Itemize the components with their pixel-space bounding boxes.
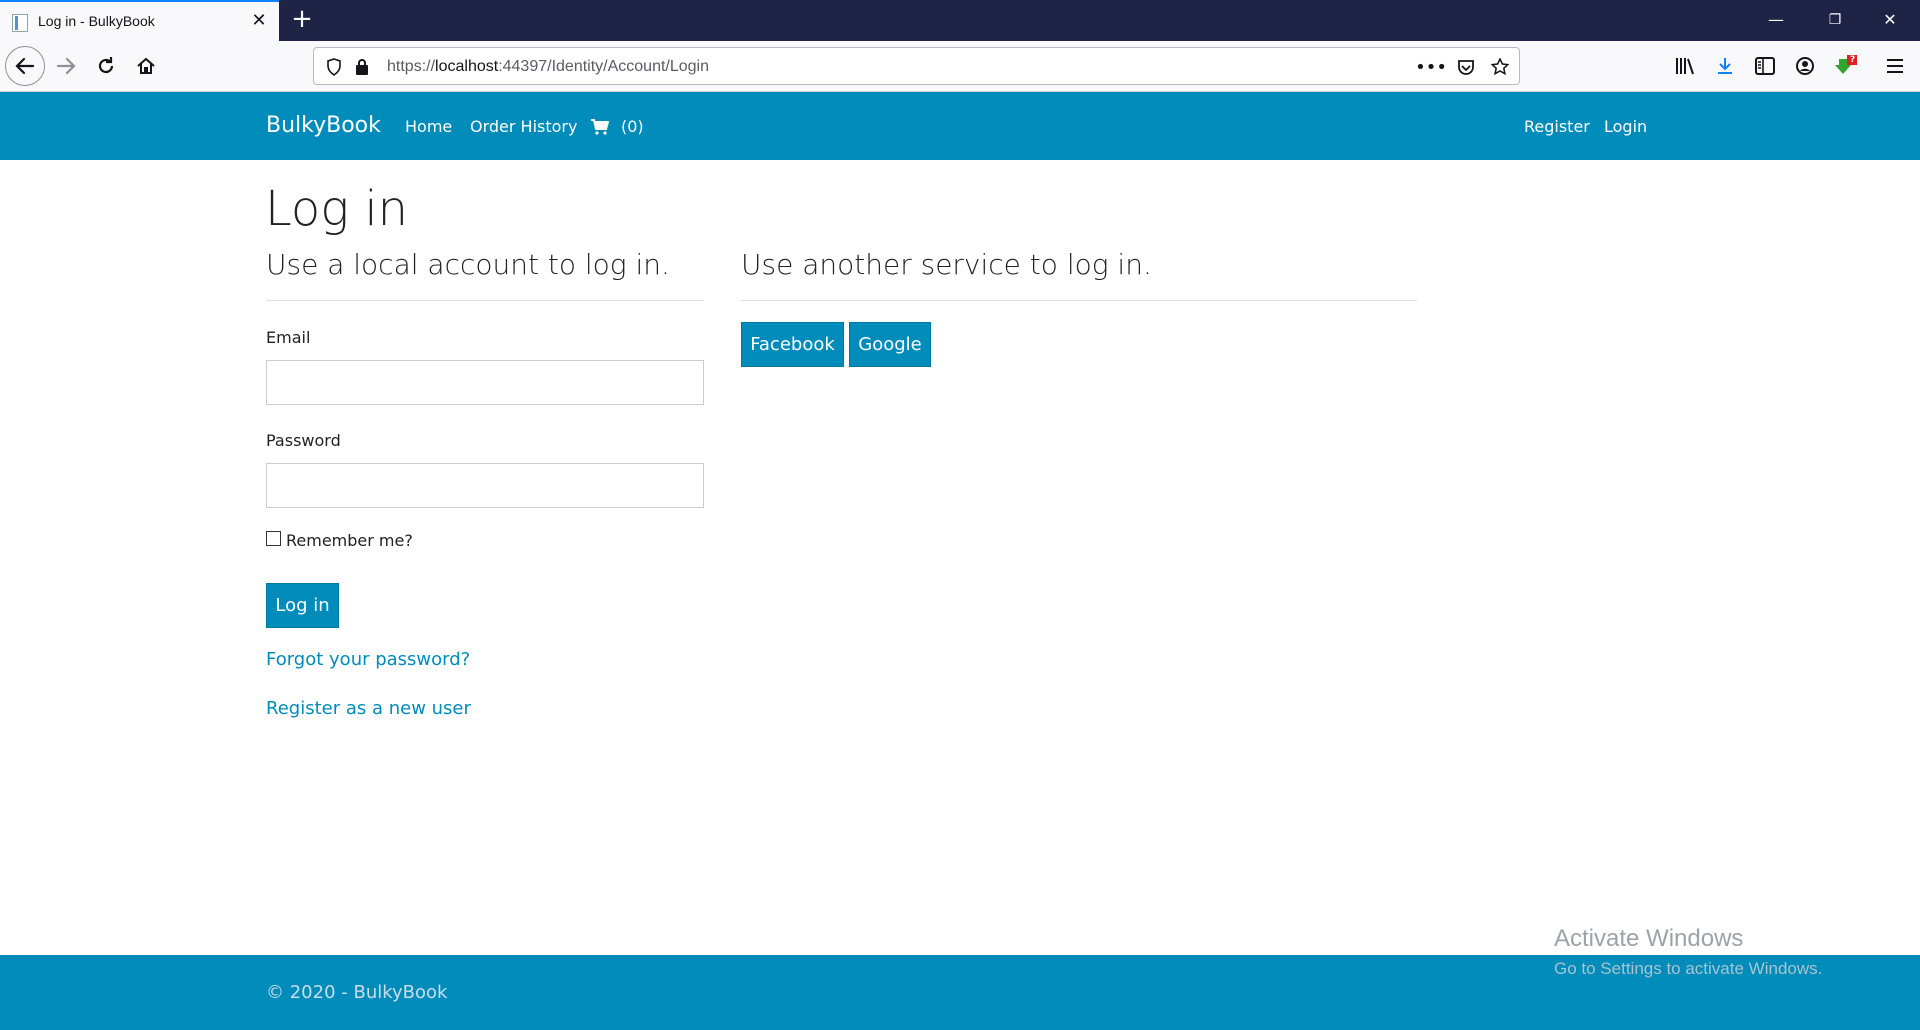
activate-windows-title: Activate Windows [1554,925,1744,952]
extension-badge: ? [1850,55,1856,65]
pocket-icon[interactable] [1454,55,1478,79]
url-text[interactable]: https://localhost:44397/Identity/Account… [387,58,709,76]
cart-count: (0) [621,117,644,136]
back-arrow-icon[interactable] [5,46,45,86]
activate-windows-subtitle: Go to Settings to activate Windows. [1554,959,1823,978]
downloads-icon[interactable] [1708,49,1742,83]
sidebar-icon[interactable] [1748,49,1782,83]
page-actions-icon[interactable]: ••• [1415,55,1447,79]
browser-navigation-bar: https://localhost:44397/Identity/Account… [0,41,1920,92]
reload-icon[interactable] [89,49,123,83]
extension-download-icon[interactable]: ? [1828,49,1862,83]
tab-title: Log in - BulkyBook [38,13,155,29]
local-divider [266,300,704,301]
tab-close-icon[interactable]: ✕ [249,11,269,31]
external-login-heading: Use another service to log in. [741,248,1152,281]
browser-tab[interactable]: Log in - BulkyBook ✕ [0,0,279,41]
nav-home-link[interactable]: Home [405,117,452,136]
restore-button[interactable]: ❐ [1812,6,1858,34]
google-login-button[interactable]: Google [849,322,931,367]
forward-arrow-icon[interactable] [49,49,83,83]
local-account-heading: Use a local account to log in. [266,248,670,281]
email-field[interactable] [266,360,704,405]
nav-order-history-link[interactable]: Order History [470,117,577,136]
nav-register-link[interactable]: Register [1524,117,1590,136]
site-navbar: BulkyBook Home Order History (0) Registe… [0,92,1920,160]
site-footer: © 2020 - BulkyBook Go to Settings to act… [0,955,1920,1030]
password-label: Password [266,431,341,450]
footer-copyright: © 2020 - BulkyBook [266,982,448,1003]
close-window-button[interactable]: ✕ [1867,6,1913,34]
library-icon[interactable] [1668,49,1702,83]
page-title: Log in [265,181,409,237]
remember-me-label[interactable]: Remember me? [286,531,413,550]
tracking-shield-icon[interactable] [322,55,346,79]
home-icon[interactable] [129,49,163,83]
register-new-user-link[interactable]: Register as a new user [266,698,471,719]
external-divider [741,300,1417,301]
minimize-button[interactable]: — [1753,6,1799,34]
account-icon[interactable] [1788,49,1822,83]
remember-me-checkbox[interactable] [266,531,281,546]
cart-link[interactable]: (0) [591,117,644,136]
password-field[interactable] [266,463,704,508]
bookmark-star-icon[interactable] [1488,55,1512,79]
lock-icon[interactable] [350,55,374,79]
menu-hamburger-icon[interactable] [1878,49,1912,83]
facebook-login-button[interactable]: Facebook [741,322,844,367]
browser-tab-bar: Log in - BulkyBook ✕ + — ❐ ✕ [0,0,1920,41]
forgot-password-link[interactable]: Forgot your password? [266,649,470,670]
nav-login-link[interactable]: Login [1604,117,1647,136]
shopping-cart-icon [591,118,609,135]
brand-link[interactable]: BulkyBook [266,113,381,138]
page-favicon-icon [12,14,28,32]
email-label: Email [266,328,311,347]
login-submit-button[interactable]: Log in [266,583,339,628]
address-bar[interactable]: https://localhost:44397/Identity/Account… [313,47,1520,85]
new-tab-button[interactable]: + [288,6,316,34]
